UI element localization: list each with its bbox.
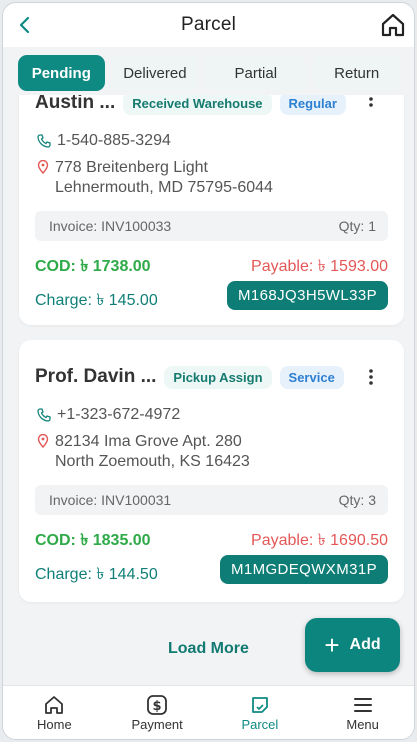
status-badge: Pickup Assign [164, 365, 272, 389]
nav-menu-label: Menu [346, 717, 379, 732]
add-parcel-button[interactable]: + Add [305, 618, 400, 672]
home-header-button[interactable] [378, 10, 408, 40]
page-title: Parcel [180, 14, 237, 35]
tab-partial[interactable]: Partial [205, 55, 307, 91]
nav-menu[interactable]: Menu [311, 686, 414, 739]
quantity: Qty: 3 [338, 492, 376, 508]
more-vertical-icon [369, 97, 373, 107]
address-line-1: 778 Breitenberg Light [55, 159, 208, 176]
tracking-id-button[interactable]: M1MGDEQWXM31P [219, 555, 388, 584]
invoice-number: Invoice: INV100033 [49, 218, 172, 234]
nav-home[interactable]: Home [3, 686, 106, 739]
nav-payment-label: Payment [131, 717, 183, 732]
tab-return[interactable]: Return [313, 55, 400, 91]
nav-payment[interactable]: $ Payment [106, 686, 209, 739]
back-button[interactable] [11, 11, 39, 39]
payable-amount: Payable: ৳ 1690.50 [251, 532, 388, 549]
charge-amount: Charge: ৳ 145.00 [35, 292, 158, 309]
address-line-1: 82134 Ima Grove Apt. 280 [55, 433, 242, 450]
add-button-label: Add [349, 636, 381, 653]
nav-parcel-label: Parcel [241, 717, 279, 732]
chevron-left-icon [19, 16, 30, 34]
phone-icon [37, 408, 53, 422]
address-line-2: Lehnermouth, MD 75795-6044 [55, 179, 273, 196]
invoice-bar: Invoice: INV100033 Qty: 1 [35, 211, 388, 241]
more-vertical-icon [369, 369, 373, 385]
plus-icon: + [324, 629, 340, 660]
parcel-card[interactable]: Prof. Davin ... Pickup Assign Service +1… [19, 340, 404, 602]
nav-parcel[interactable]: Parcel [209, 686, 312, 739]
cod-amount: COD: ৳ 1738.00 [35, 258, 151, 275]
phone-row[interactable]: +1-323-672-4972 [37, 406, 180, 424]
phone-icon [37, 134, 53, 148]
payable-amount: Payable: ৳ 1593.00 [251, 258, 388, 275]
quantity: Qty: 1 [338, 218, 376, 234]
invoice-number: Invoice: INV100031 [49, 492, 172, 508]
home-icon [381, 13, 405, 37]
more-options-button[interactable] [362, 95, 380, 111]
location-pin-icon [37, 433, 49, 454]
address-block: 82134 Ima Grove Apt. 280 North Zoemouth,… [37, 432, 250, 472]
app-frame: Parcel Pending Delivered Partial Return … [2, 2, 415, 740]
more-options-button[interactable] [362, 365, 380, 389]
charge-amount: Charge: ৳ 144.50 [35, 566, 158, 583]
address-block: 778 Breitenberg Light Lehnermouth, MD 75… [37, 158, 273, 198]
bottom-navigation: Home $ Payment Parcel Menu [3, 685, 414, 739]
address-line-2: North Zoemouth, KS 16423 [55, 453, 250, 470]
card-header: Austin ... Received Warehouse Regular [35, 95, 394, 123]
status-badge: Received Warehouse [123, 95, 272, 115]
phone-number: 1-540-885-3294 [57, 132, 171, 149]
menu-icon [352, 693, 374, 717]
phone-row[interactable]: 1-540-885-3294 [37, 132, 171, 150]
phone-number: +1-323-672-4972 [57, 406, 181, 423]
cod-amount: COD: ৳ 1835.00 [35, 532, 151, 549]
nav-home-label: Home [37, 717, 72, 732]
parcel-card[interactable]: Austin ... Received Warehouse Regular 1-… [19, 95, 404, 325]
customer-name: Prof. Davin ... [35, 366, 157, 387]
svg-text:$: $ [153, 699, 162, 714]
type-badge: Regular [279, 95, 346, 115]
type-badge: Service [279, 365, 344, 389]
parcel-icon [249, 693, 271, 717]
load-more-button[interactable]: Load More [168, 640, 249, 658]
customer-name: Austin ... [35, 95, 116, 113]
parcel-list: Austin ... Received Warehouse Regular 1-… [3, 95, 414, 687]
tab-pending[interactable]: Pending [18, 55, 105, 91]
invoice-bar: Invoice: INV100031 Qty: 3 [35, 485, 388, 515]
card-header: Prof. Davin ... Pickup Assign Service [35, 357, 394, 397]
home-icon [43, 693, 65, 717]
tracking-id-button[interactable]: M168JQ3H5WL33P [227, 281, 388, 310]
location-pin-icon [37, 159, 49, 180]
tab-delivered[interactable]: Delivered [111, 55, 199, 91]
app-header: Parcel [3, 3, 414, 47]
payment-icon: $ [146, 693, 168, 717]
